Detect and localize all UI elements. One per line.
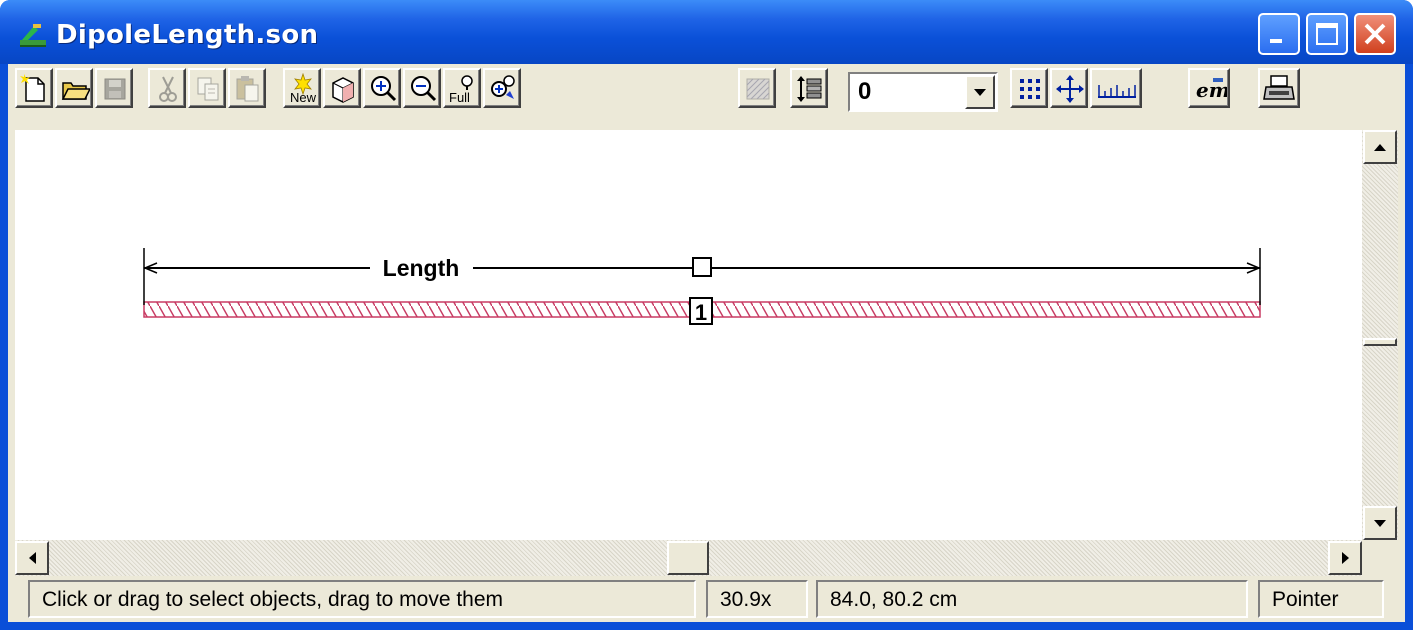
horizontal-scrollbar[interactable] bbox=[15, 540, 1362, 576]
3d-view-button[interactable] bbox=[323, 68, 361, 108]
layer-select-value: 0 bbox=[858, 78, 872, 105]
maximize-button[interactable] bbox=[1306, 13, 1348, 55]
app-window: DipoleLength.son New Full 0 em Length 1 … bbox=[0, 0, 1413, 630]
scrollbar-corner bbox=[1362, 540, 1398, 576]
paste-button[interactable] bbox=[228, 68, 266, 108]
arrow-down-icon bbox=[1374, 520, 1386, 527]
layer-select[interactable]: 0 bbox=[848, 72, 998, 112]
zoom-full-caption: Full bbox=[449, 90, 470, 105]
zoom-in-button[interactable] bbox=[363, 68, 401, 108]
zoom-box-button[interactable] bbox=[483, 68, 521, 108]
toolbar: New Full 0 em bbox=[8, 64, 1405, 130]
em-analyze-button[interactable]: em bbox=[1188, 68, 1230, 108]
title-bar[interactable]: DipoleLength.son bbox=[0, 0, 1413, 64]
print-button[interactable] bbox=[1258, 68, 1300, 108]
vertical-scrollbar[interactable] bbox=[1362, 130, 1398, 540]
open-button[interactable] bbox=[55, 68, 93, 108]
scroll-left-button[interactable] bbox=[15, 541, 49, 575]
new-object-button[interactable]: New bbox=[283, 68, 321, 108]
paste-icon bbox=[236, 76, 259, 102]
metal-pattern-icon bbox=[746, 78, 770, 100]
move-button[interactable] bbox=[1050, 68, 1088, 108]
arrow-up-icon bbox=[1374, 144, 1386, 151]
dimension-handle[interactable] bbox=[692, 257, 712, 277]
status-bar: Click or drag to select objects, drag to… bbox=[8, 576, 1405, 622]
minimize-icon bbox=[1270, 39, 1282, 43]
copy-button[interactable] bbox=[188, 68, 226, 108]
status-coordinates: 84.0, 80.2 cm bbox=[816, 580, 1248, 618]
arrow-right-icon bbox=[1342, 552, 1349, 564]
layers-stack-icon bbox=[797, 76, 822, 102]
scroll-right-button[interactable] bbox=[1328, 541, 1362, 575]
layer-select-dropdown-button[interactable] bbox=[965, 75, 995, 109]
app-icon bbox=[20, 24, 46, 47]
grid-dots-icon bbox=[1020, 79, 1040, 99]
new-file-button[interactable] bbox=[15, 68, 53, 108]
dimension-label: Length bbox=[383, 255, 460, 281]
save-button[interactable] bbox=[95, 68, 133, 108]
zoom-in-icon bbox=[371, 76, 397, 102]
em-icon: em bbox=[1196, 78, 1227, 102]
ruler-icon bbox=[1098, 85, 1136, 98]
scroll-up-button[interactable] bbox=[1363, 130, 1397, 164]
maximize-icon bbox=[1316, 23, 1338, 45]
new-star-icon: New bbox=[290, 73, 317, 105]
status-message: Click or drag to select objects, drag to… bbox=[28, 580, 696, 618]
ruler-button[interactable] bbox=[1090, 68, 1142, 108]
layout-canvas[interactable]: Length 1 bbox=[15, 130, 1362, 540]
zoom-full-icon: Full bbox=[449, 75, 473, 105]
circuit-layout: Length 1 bbox=[143, 248, 1261, 325]
minimize-button[interactable] bbox=[1258, 13, 1300, 55]
stackup-button[interactable] bbox=[790, 68, 828, 108]
status-mode: Pointer bbox=[1258, 580, 1384, 618]
zoom-out-icon bbox=[411, 76, 437, 102]
zoom-out-button[interactable] bbox=[403, 68, 441, 108]
chevron-down-icon bbox=[974, 89, 986, 96]
metal-layer-button[interactable] bbox=[738, 68, 776, 108]
vertical-scroll-thumb[interactable] bbox=[1363, 338, 1397, 346]
scissors-icon bbox=[159, 76, 177, 102]
scroll-down-button[interactable] bbox=[1363, 506, 1397, 540]
save-disk-icon bbox=[104, 78, 126, 100]
grid-button[interactable] bbox=[1010, 68, 1048, 108]
status-zoom: 30.9x bbox=[706, 580, 808, 618]
zoom-full-button[interactable]: Full bbox=[443, 68, 481, 108]
cut-button[interactable] bbox=[148, 68, 186, 108]
3d-box-icon bbox=[332, 77, 354, 103]
new-star-caption: New bbox=[290, 90, 317, 105]
close-button[interactable] bbox=[1354, 13, 1396, 55]
horizontal-scroll-thumb[interactable] bbox=[667, 541, 709, 575]
move-arrows-icon bbox=[1056, 75, 1084, 103]
close-icon bbox=[1364, 23, 1386, 45]
zoom-box-icon bbox=[491, 75, 515, 99]
window-title: DipoleLength.son bbox=[56, 20, 319, 50]
copy-icon bbox=[197, 77, 219, 101]
port-label: 1 bbox=[695, 300, 707, 325]
open-folder-icon bbox=[61, 82, 90, 100]
new-file-icon bbox=[20, 74, 45, 102]
arrow-left-icon bbox=[29, 552, 36, 564]
printer-icon bbox=[1263, 75, 1295, 100]
